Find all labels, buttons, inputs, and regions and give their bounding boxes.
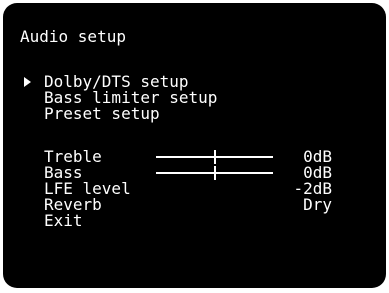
audio-setup-screen: Audio setup Dolby/DTS setup Bass limiter… — [3, 3, 386, 288]
bass-slider-thumb[interactable] — [213, 166, 216, 180]
menu-item-label: Preset setup — [44, 104, 160, 123]
exit-label: Exit — [44, 211, 83, 230]
selection-cursor-icon — [24, 77, 31, 87]
reverb-value: Dry — [303, 195, 332, 214]
treble-slider[interactable] — [156, 150, 273, 164]
bass-slider[interactable] — [156, 166, 273, 180]
menu-item-preset-setup[interactable]: Preset setup — [3, 106, 386, 122]
screen-title: Audio setup — [20, 27, 126, 46]
menu-item-exit[interactable]: Exit — [3, 213, 386, 229]
treble-slider-thumb[interactable] — [213, 150, 216, 164]
